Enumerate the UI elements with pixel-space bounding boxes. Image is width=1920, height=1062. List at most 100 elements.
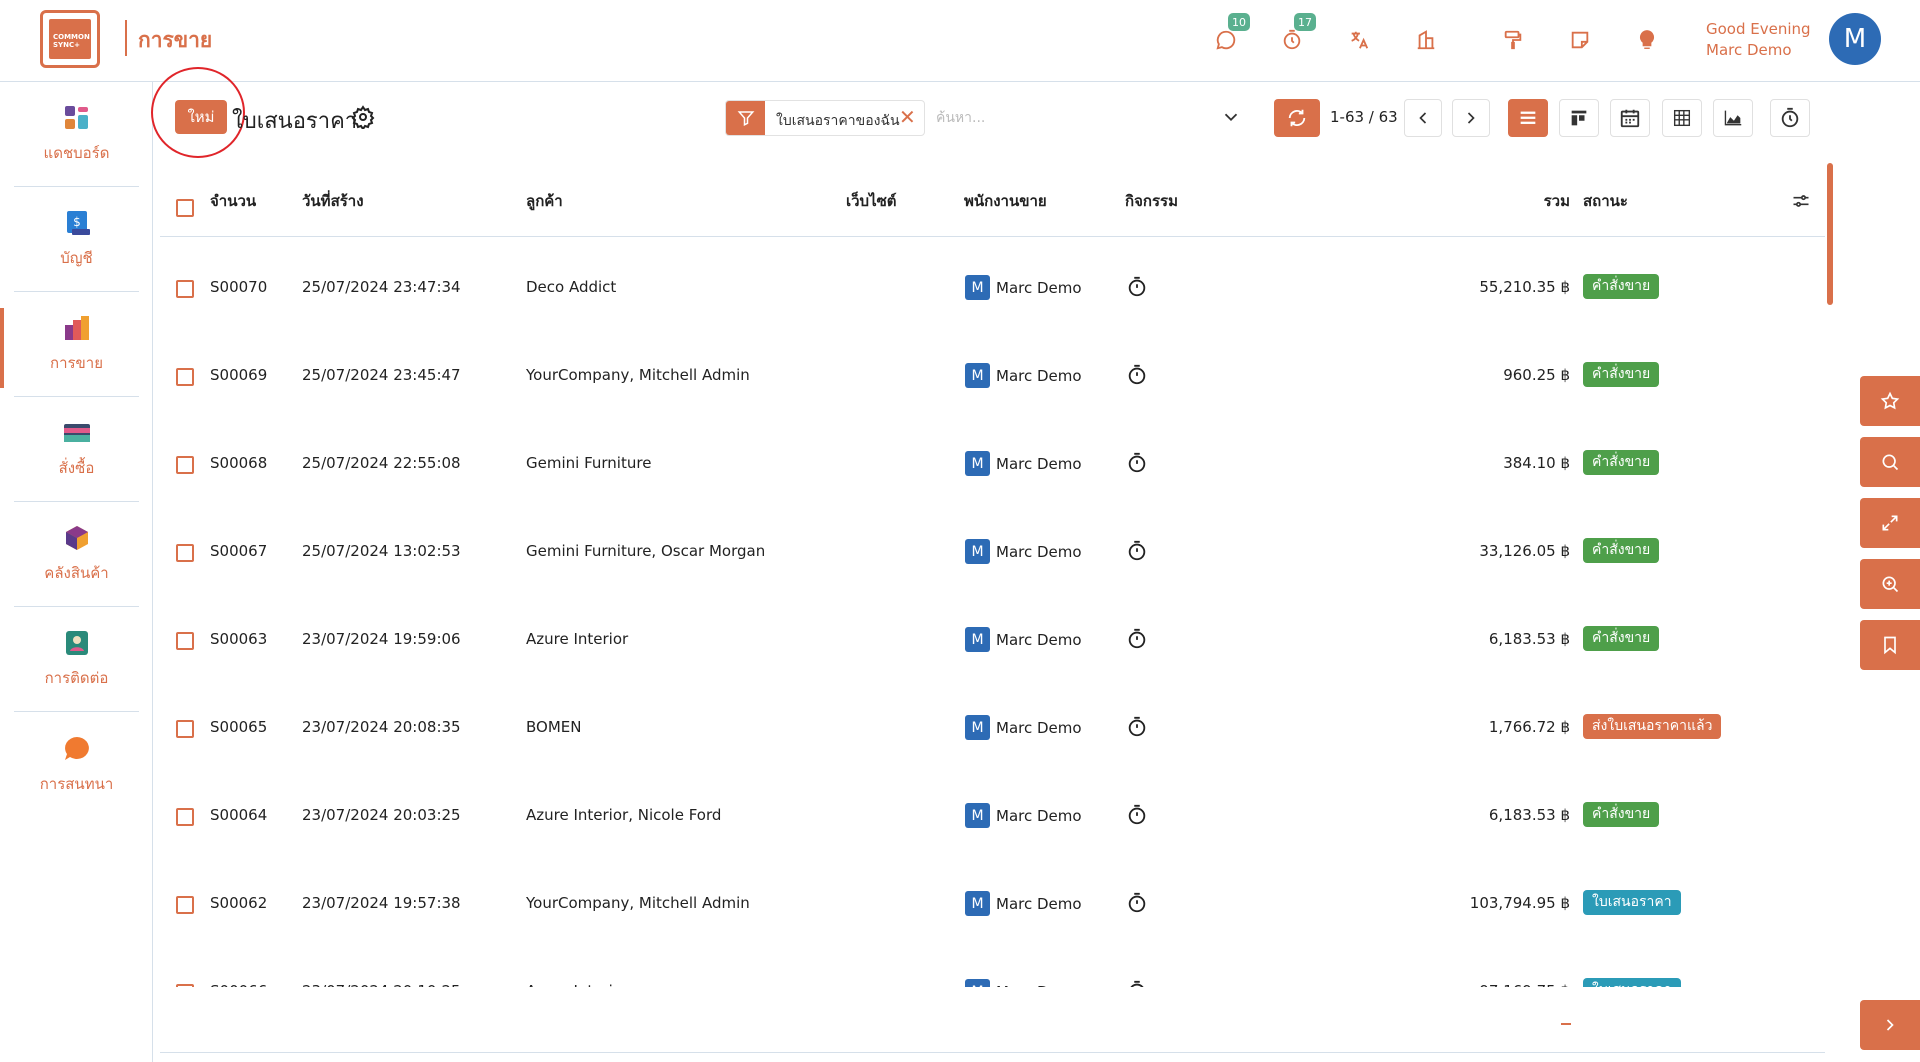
activity-stopwatch-icon[interactable] (1126, 716, 1148, 738)
column-header-status[interactable]: สถานะ (1583, 165, 1628, 237)
activity-stopwatch-icon[interactable] (1126, 364, 1148, 386)
app-logo[interactable]: COMMON SYNC+ (40, 10, 100, 68)
sidebar-item-label: คลังสินค้า (44, 564, 109, 582)
facet-label: ใบเสนอราคาของฉัน (776, 113, 900, 129)
row-checkbox[interactable] (176, 544, 194, 562)
salesperson-avatar[interactable]: M (965, 451, 990, 476)
column-header-customer[interactable]: ลูกค้า (526, 165, 563, 237)
company-switcher-button[interactable] (1408, 22, 1444, 58)
row-checkbox[interactable] (176, 808, 194, 826)
total-amount: 960.25 ฿ (1503, 366, 1570, 384)
table-row[interactable]: S00066 23/07/2024 20:10:25 Azure Interior M… (160, 941, 1825, 987)
activity-stopwatch-icon[interactable] (1126, 628, 1148, 650)
salesperson-avatar[interactable]: M (965, 627, 990, 652)
salesperson-avatar[interactable]: M (965, 539, 990, 564)
row-checkbox[interactable] (176, 368, 194, 386)
optional-columns-icon[interactable] (1791, 191, 1811, 211)
row-checkbox[interactable] (176, 984, 194, 987)
table-row[interactable]: S00069 25/07/2024 23:45:47 YourCompany, Mi… (160, 325, 1825, 413)
notes-button[interactable] (1562, 22, 1598, 58)
select-all-checkbox[interactable] (176, 199, 194, 217)
pager-value[interactable]: 1-63 / 63 (1330, 108, 1398, 126)
expand-panel-button[interactable] (1860, 1000, 1920, 1050)
table-row[interactable]: S00067 25/07/2024 13:02:53 Gemini Furnitur… (160, 501, 1825, 589)
pager-next-button[interactable] (1452, 99, 1490, 137)
creation-date: 23/07/2024 20:03:25 (302, 806, 461, 824)
customer-name: Azure Interior (526, 630, 629, 648)
sidebar-item-inventory[interactable]: คลังสินค้า (14, 502, 139, 607)
row-checkbox[interactable] (176, 280, 194, 298)
chat-bubble-icon (1216, 30, 1236, 50)
favorites-tool-button[interactable] (1860, 376, 1920, 426)
translate-icon (1351, 31, 1369, 49)
kanban-view-button[interactable] (1559, 99, 1599, 137)
column-header-website[interactable]: เว็บไซต์ (846, 165, 897, 237)
list-view-button[interactable] (1508, 99, 1548, 137)
table-row[interactable]: S00063 23/07/2024 19:59:06 Azure Interior M… (160, 589, 1825, 677)
new-button[interactable]: ใหม่ (175, 100, 227, 134)
bookmark-tool-button[interactable] (1860, 620, 1920, 670)
sidebar-item-contacts[interactable]: การติดต่อ (14, 607, 139, 712)
total-amount: 97,169.75 ฿ (1479, 982, 1570, 987)
row-checkbox[interactable] (176, 632, 194, 650)
page-title: ใบเสนอราคา (232, 109, 358, 134)
language-button[interactable] (1341, 22, 1377, 58)
salesperson-avatar[interactable]: M (965, 979, 990, 987)
activity-view-button[interactable] (1770, 99, 1810, 137)
sidebar-item-purchase[interactable]: สั่งซื้อ (14, 397, 139, 502)
activity-stopwatch-icon[interactable] (1126, 892, 1148, 914)
column-header-activities[interactable]: กิจกรรม (1125, 165, 1178, 237)
row-checkbox[interactable] (176, 456, 194, 474)
user-avatar[interactable]: M (1829, 13, 1881, 65)
vertical-scrollbar[interactable] (1827, 163, 1833, 305)
activity-stopwatch-icon[interactable] (1126, 276, 1148, 298)
facet-remove-button[interactable]: ✕ (899, 105, 916, 129)
salesperson: M Marc Demo (965, 275, 1082, 300)
table-row[interactable]: S00065 23/07/2024 20:08:35 BOMEN M Marc Demo… (160, 677, 1825, 765)
activity-stopwatch-icon[interactable] (1126, 452, 1148, 474)
refresh-button[interactable] (1274, 99, 1320, 137)
column-header-number[interactable]: จำนวน (210, 165, 256, 237)
activity-stopwatch-icon[interactable] (1126, 980, 1148, 987)
calendar-icon (1620, 109, 1640, 128)
row-checkbox[interactable] (176, 896, 194, 914)
purchase-icon (63, 424, 90, 442)
tips-button[interactable] (1629, 22, 1665, 58)
salesperson-avatar[interactable]: M (965, 891, 990, 916)
table-row[interactable]: S00068 25/07/2024 22:55:08 Gemini Furnitur… (160, 413, 1825, 501)
salesperson-avatar[interactable]: M (965, 363, 990, 388)
greeting: Good Evening Marc Demo (1706, 19, 1811, 61)
row-checkbox[interactable] (176, 720, 194, 738)
customer-name: Azure Interior (526, 982, 628, 987)
theme-button[interactable] (1495, 22, 1531, 58)
salesperson-avatar[interactable]: M (965, 275, 990, 300)
calendar-view-button[interactable] (1610, 99, 1650, 137)
salesperson-avatar[interactable]: M (965, 803, 990, 828)
search-input[interactable] (936, 100, 1226, 136)
table-row[interactable]: S00062 23/07/2024 19:57:38 YourCompany, Mi… (160, 853, 1825, 941)
activity-stopwatch-icon[interactable] (1126, 540, 1148, 562)
column-header-salesperson[interactable]: พนักงานขาย (964, 165, 1047, 237)
sidebar-item-dashboard[interactable]: แดชบอร์ด (14, 82, 139, 187)
column-header-created[interactable]: วันที่สร้าง (302, 165, 364, 237)
table-row[interactable]: S00064 23/07/2024 20:03:25 Azure Interior,… (160, 765, 1825, 853)
fullscreen-tool-button[interactable] (1860, 498, 1920, 548)
salesperson-avatar[interactable]: M (965, 715, 990, 740)
column-header-total[interactable]: รวม (1544, 165, 1570, 237)
sidebar-item-discuss[interactable]: การสนทนา (14, 712, 139, 817)
graph-view-button[interactable] (1713, 99, 1753, 137)
activity-stopwatch-icon[interactable] (1126, 804, 1148, 826)
status-badge: คำสั่งขาย (1583, 450, 1660, 475)
pivot-view-button[interactable] (1662, 99, 1702, 137)
table-row[interactable]: S00070 25/07/2024 23:47:34 Deco Addict M Mar… (160, 237, 1825, 325)
activities-button[interactable]: 17 (1274, 13, 1316, 58)
messages-button[interactable]: 10 (1208, 13, 1250, 58)
pager-previous-button[interactable] (1404, 99, 1442, 137)
search-tool-button[interactable] (1860, 437, 1920, 487)
chevron-down-icon[interactable] (1220, 106, 1242, 128)
gear-icon[interactable] (351, 105, 375, 129)
search-facet: ใบเสนอราคาของฉัน ✕ (725, 100, 925, 136)
zoom-tool-button[interactable] (1860, 559, 1920, 609)
sidebar-item-accounting[interactable]: $ บัญชี (14, 187, 139, 292)
sidebar-item-sales[interactable]: การขาย (14, 292, 139, 397)
